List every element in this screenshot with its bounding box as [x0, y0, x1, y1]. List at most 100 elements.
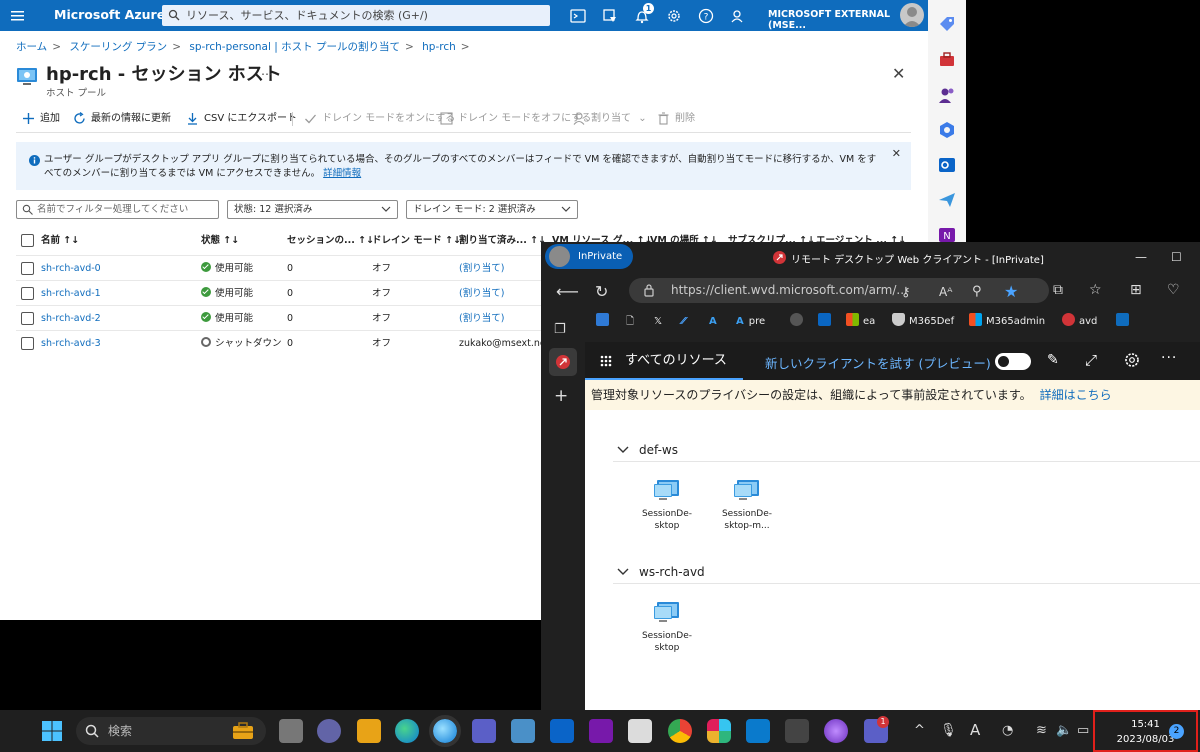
more-options-icon[interactable]: ···	[1161, 350, 1177, 366]
row-checkbox[interactable]	[21, 312, 34, 325]
vscode-icon[interactable]	[746, 719, 770, 743]
slack-icon[interactable]	[707, 719, 731, 743]
column-header-assigned[interactable]: 割り当て済み... ↑↓	[459, 230, 546, 252]
feedback-icon[interactable]	[729, 7, 747, 25]
perf-monitor-icon[interactable]	[511, 719, 535, 743]
host-name-link[interactable]: sh-rch-avd-0	[41, 256, 101, 281]
send-icon[interactable]	[938, 191, 956, 209]
file-explorer-icon[interactable]	[357, 719, 381, 743]
browser-essentials-icon[interactable]: ♡	[1167, 282, 1180, 298]
breadcrumb-hp-rch[interactable]: hp-rch	[422, 41, 456, 53]
help-icon[interactable]: ?	[697, 7, 715, 25]
fav-azure-icon[interactable]: A	[709, 313, 717, 331]
taskbar-search-box[interactable]: 検索	[76, 717, 266, 745]
chrome-icon[interactable]	[668, 719, 692, 743]
fav-x-icon[interactable]: 𝕏	[654, 313, 662, 331]
active-tab-icon[interactable]	[549, 348, 577, 376]
preview-toggle[interactable]	[995, 353, 1031, 370]
ime-mode-icon[interactable]: ◔	[1002, 723, 1013, 738]
info-banner-link[interactable]: 詳細情報	[323, 168, 361, 179]
drain-filter-dropdown[interactable]: ドレイン モード: 2 選択済み	[406, 200, 578, 219]
outlook-icon[interactable]	[938, 156, 956, 174]
ime-indicator[interactable]: A	[970, 721, 980, 739]
teams-icon[interactable]	[472, 719, 496, 743]
favorites-icon[interactable]: ☆	[1089, 282, 1102, 298]
key-icon[interactable]: ⚷	[901, 285, 911, 300]
row-checkbox[interactable]	[21, 262, 34, 275]
breadcrumb-sp-rch-personal[interactable]: sp-rch-personal | ホスト プールの割り当て	[189, 41, 400, 53]
fullscreen-icon[interactable]: ⤢	[1085, 351, 1097, 369]
volume-icon[interactable]: 🔈	[1056, 723, 1072, 738]
refresh-button[interactable]: 最新の情報に更新	[73, 110, 171, 128]
maximize-button[interactable]: ☐	[1171, 250, 1182, 264]
fav-shield-icon[interactable]	[596, 313, 613, 331]
try-new-client-link[interactable]: 新しいクライアントを試す (プレビュー)	[765, 353, 991, 372]
host-name-link[interactable]: sh-rch-avd-3	[41, 331, 101, 356]
pin-icon[interactable]: ✎	[1047, 352, 1059, 368]
fav-linkedin-icon[interactable]	[818, 313, 835, 331]
back-arrow-icon[interactable]: ⟵	[556, 282, 579, 301]
collections-icon[interactable]: ⊞	[1130, 282, 1142, 298]
column-header-name[interactable]: 名前 ↑↓	[41, 230, 79, 252]
fav-pre[interactable]: Apre	[736, 313, 765, 331]
person-search-icon[interactable]: ⚲	[972, 284, 982, 299]
cloud-shell-icon[interactable]	[569, 7, 587, 25]
column-header-state[interactable]: 状態 ↑↓	[201, 230, 239, 252]
battery-icon[interactable]: ▭	[1077, 723, 1089, 738]
column-header-drain[interactable]: ドレイン モード ↑↓	[372, 230, 461, 252]
tab-actions-icon[interactable]: ❐	[554, 322, 566, 337]
task-view-icon[interactable]	[279, 719, 303, 743]
inprivate-badge[interactable]: InPrivate	[545, 244, 633, 269]
toolbox-icon[interactable]	[938, 50, 956, 68]
avatar[interactable]	[900, 3, 924, 27]
select-all-checkbox[interactable]	[21, 234, 34, 247]
start-button-icon[interactable]	[40, 719, 64, 743]
microphone-icon[interactable]: 🎙	[940, 723, 957, 738]
address-bar[interactable]: https://client.wvd.microsoft.com/arm/...	[629, 278, 1049, 303]
portal-brand[interactable]: Microsoft Azure	[54, 7, 165, 22]
assign-link[interactable]: (割り当て)	[459, 256, 504, 281]
fav-cloud-icon[interactable]	[1116, 313, 1133, 331]
export-csv-button[interactable]: CSV にエクスポート	[186, 110, 297, 128]
workspace-group-header[interactable]: def-ws	[613, 440, 1200, 462]
row-checkbox[interactable]	[21, 287, 34, 300]
dismiss-banner-button[interactable]: ✕	[892, 147, 901, 161]
minimize-button[interactable]: —	[1135, 250, 1147, 264]
onenote-icon[interactable]: N	[938, 226, 956, 242]
new-tab-plus-icon[interactable]: +	[554, 386, 568, 406]
outlook-icon[interactable]	[550, 719, 574, 743]
more-options-button[interactable]: …	[261, 64, 273, 78]
people-icon[interactable]	[938, 86, 956, 104]
chevron-up-icon[interactable]: ^	[914, 723, 925, 738]
notification-center-badge[interactable]: 2	[1169, 724, 1184, 739]
name-filter-input[interactable]: 名前でフィルター処理してください	[16, 200, 219, 219]
hamburger-menu-icon[interactable]	[8, 6, 28, 26]
fav-ea[interactable]: ea	[846, 313, 875, 331]
row-checkbox[interactable]	[21, 337, 34, 350]
fav-avd[interactable]: avd	[1062, 313, 1097, 331]
breadcrumb-scaling-plan[interactable]: スケーリング プラン	[69, 41, 167, 53]
privacy-notice-link[interactable]: 詳細はこちら	[1040, 388, 1112, 402]
wifi-icon[interactable]: ≋	[1036, 723, 1047, 738]
settings-gear-icon[interactable]	[1123, 351, 1141, 369]
portal-search-input[interactable]: リソース、サービス、ドキュメントの検索 (G+/)	[162, 5, 550, 26]
add-button[interactable]: 追加	[22, 110, 60, 128]
fav-slash-icon[interactable]: ⁄⁄	[682, 313, 685, 331]
edge-icon[interactable]	[395, 719, 419, 743]
breadcrumb-home[interactable]: ホーム	[16, 41, 47, 53]
read-aloud-icon[interactable]: Aᴬ	[939, 285, 952, 299]
copilot-icon[interactable]	[824, 719, 848, 743]
directory-filter-icon[interactable]	[601, 7, 619, 25]
assign-button[interactable]: 割り当て ⌄	[573, 110, 647, 128]
drain-off-button[interactable]: ドレイン モードをオフにする	[440, 110, 591, 128]
whiteboard-icon[interactable]	[628, 719, 652, 743]
fav-m365def[interactable]: M365Def	[892, 313, 954, 331]
close-blade-button[interactable]: ✕	[892, 64, 905, 83]
fav-github-icon[interactable]	[790, 313, 807, 331]
drain-on-button[interactable]: ドレイン モードをオンにする	[304, 110, 455, 128]
state-filter-dropdown[interactable]: 状態: 12 選択済み	[227, 200, 398, 219]
reload-icon[interactable]: ↻	[595, 282, 608, 301]
edge-dev-icon[interactable]	[429, 715, 461, 747]
delete-button[interactable]: 削除	[657, 110, 695, 128]
assign-link[interactable]: (割り当て)	[459, 306, 504, 331]
